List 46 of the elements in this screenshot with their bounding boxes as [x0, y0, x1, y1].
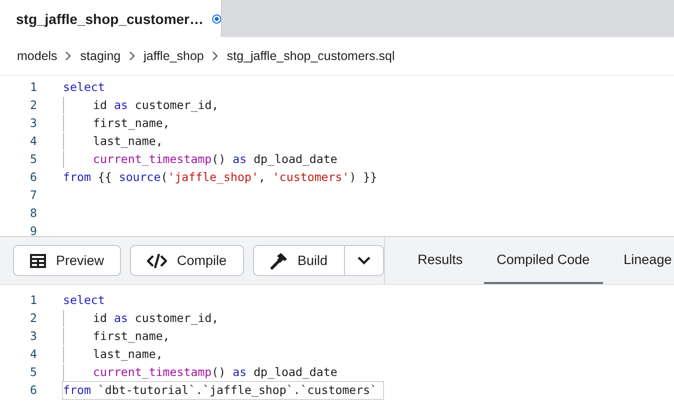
- code-line: from `dbt-tutorial`.`jaffle_shop`.`customers`: [63, 382, 384, 398]
- breadcrumb-item[interactable]: models: [17, 49, 58, 63]
- line-number: 8: [29, 206, 37, 220]
- hammer-icon: [270, 252, 288, 270]
- code-icon: [147, 254, 168, 268]
- code-line: select: [63, 78, 105, 96]
- line-number: 6: [29, 383, 37, 397]
- file-tab[interactable]: stg_jaffle_shop_customer…: [0, 0, 222, 37]
- line-number: 4: [29, 134, 37, 148]
- code-line: last_name,: [63, 346, 163, 362]
- code-line: id as customer_id,: [63, 96, 219, 114]
- line-number: 9: [29, 224, 37, 236]
- compile-button[interactable]: Compile: [130, 245, 244, 276]
- breadcrumb-item[interactable]: stg_jaffle_shop_customers.sql: [226, 49, 395, 63]
- code-line: current_timestamp() as dp_load_date: [63, 150, 338, 168]
- line-number: 1: [29, 80, 37, 94]
- line-number: 3: [29, 116, 37, 130]
- file-tab-title: stg_jaffle_shop_customer…: [16, 10, 204, 26]
- table-icon: [30, 254, 46, 268]
- breadcrumb-item[interactable]: jaffle_shop: [144, 49, 204, 63]
- line-number: 5: [29, 365, 37, 379]
- line-number: 4: [29, 347, 37, 361]
- chevron-right-icon: [65, 51, 72, 61]
- panel-tab[interactable]: Results: [404, 237, 476, 284]
- code-line: last_name,: [63, 132, 163, 150]
- chevron-right-icon: [212, 51, 219, 61]
- code-line: id as customer_id,: [63, 310, 219, 326]
- code-line: first_name,: [63, 328, 170, 344]
- line-number: 6: [29, 170, 37, 184]
- code-line: from {{ source('jaffle_shop', 'customers') }}: [63, 168, 378, 186]
- panel-tab[interactable]: Compiled Code: [484, 237, 603, 284]
- preview-button[interactable]: Preview: [13, 245, 122, 276]
- caret-icon: [356, 256, 371, 265]
- line-number: 2: [29, 311, 37, 325]
- line-number: 5: [29, 152, 37, 166]
- line-number: 3: [29, 329, 37, 343]
- chevron-right-icon: [128, 51, 136, 61]
- build-button[interactable]: Build: [254, 246, 344, 275]
- panel-tab[interactable]: Lineage: [610, 237, 674, 284]
- line-number: 2: [29, 98, 37, 112]
- line-number: 1: [29, 293, 37, 307]
- line-number: 7: [29, 188, 37, 202]
- breadcrumb-item[interactable]: staging: [80, 49, 121, 63]
- code-line: select: [63, 292, 105, 308]
- code-line: first_name,: [63, 114, 170, 132]
- code-line: current_timestamp() as dp_load_date: [63, 364, 338, 380]
